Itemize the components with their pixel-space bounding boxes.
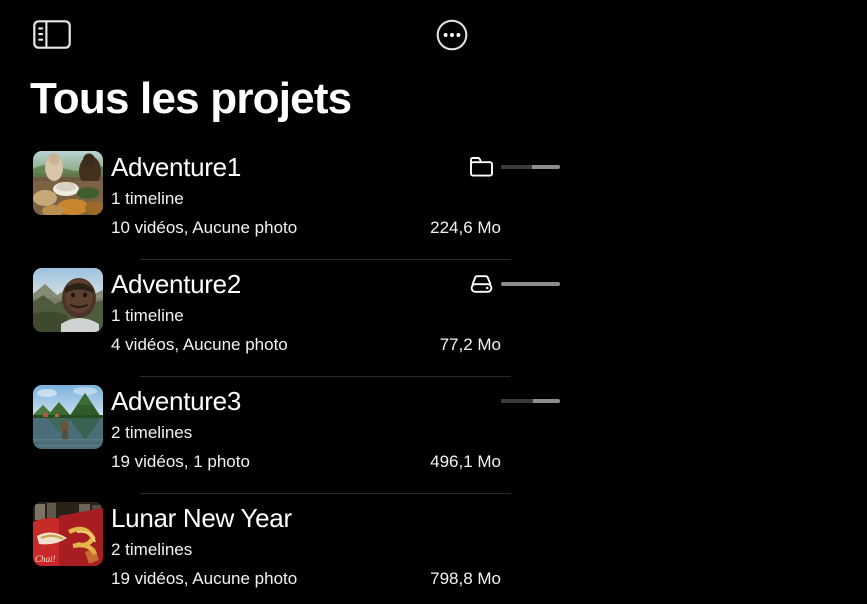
project-timelines: 2 timelines [111, 540, 193, 559]
project-name: Adventure1 [111, 152, 241, 182]
folder-icon [469, 156, 494, 178]
project-thumbnail [33, 151, 103, 215]
external-drive-icon [469, 273, 494, 295]
project-size: 496,1 Mo [430, 452, 501, 471]
project-size: 224,6 Mo [430, 218, 501, 237]
project-timelines: 2 timelines [111, 423, 193, 442]
list-item[interactable]: Adventure3 2 timelines 19 vidéos, 1 phot… [0, 377, 560, 494]
project-thumbnail [33, 268, 103, 332]
project-details: Lunar New Year 2 timelines 19 vidéos, Au… [111, 494, 540, 604]
list-item[interactable]: Adventure1 1 timeline 10 vidéos, Aucune … [0, 143, 560, 260]
page-title: Tous les projets [30, 74, 352, 123]
project-media-counts: 19 vidéos, 1 photo [111, 452, 250, 471]
storage-capacity-bar [501, 399, 560, 403]
project-list: Adventure1 1 timeline 10 vidéos, Aucune … [0, 143, 560, 604]
storage-capacity-bar [501, 165, 560, 169]
storage-capacity-bar [501, 282, 560, 286]
project-size: 77,2 Mo [439, 335, 501, 354]
project-details: Adventure1 1 timeline 10 vidéos, Aucune … [111, 143, 560, 260]
project-media-counts: 4 vidéos, Aucune photo [111, 335, 288, 354]
ellipsis-circle-icon[interactable] [436, 19, 468, 51]
project-name: Lunar New Year [111, 503, 292, 533]
app-window: Tous les projets Adventure1 1 timeline 1… [0, 0, 867, 604]
project-media-counts: 19 vidéos, Aucune photo [111, 569, 298, 588]
project-name: Adventure3 [111, 386, 241, 416]
project-thumbnail: Chai! [33, 502, 103, 566]
toolbar [0, 0, 540, 68]
project-media-counts: 10 vidéos, Aucune photo [111, 218, 298, 237]
project-details: Adventure2 1 timeline 4 vidéos, Aucune p… [111, 260, 560, 377]
project-thumbnail [33, 385, 103, 449]
project-size: 798,8 Mo [430, 569, 501, 588]
project-timelines: 1 timeline [111, 306, 184, 325]
project-details: Adventure3 2 timelines 19 vidéos, 1 phot… [111, 377, 560, 494]
project-timelines: 1 timeline [111, 189, 184, 208]
list-item[interactable]: Adventure2 1 timeline 4 vidéos, Aucune p… [0, 260, 560, 377]
svg-text:Chai!: Chai! [35, 554, 56, 564]
project-name: Adventure2 [111, 269, 241, 299]
sidebar-toggle-icon[interactable] [33, 20, 71, 49]
list-item[interactable]: Chai! Lunar New Year 2 timelines 19 vidé… [0, 494, 540, 604]
